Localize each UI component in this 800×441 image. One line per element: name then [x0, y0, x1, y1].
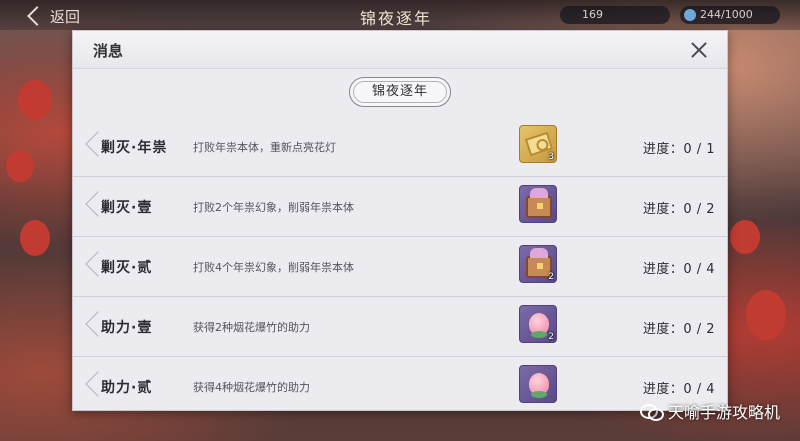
lantern-decoration: [18, 80, 52, 120]
dialog-title: 消息: [93, 42, 124, 60]
back-chevron-icon: [27, 6, 47, 26]
reward-item[interactable]: [519, 365, 557, 403]
task-description: 打败4个年祟幻象，削弱年祟本体: [193, 261, 354, 274]
scene-title: 锦夜逐年: [360, 9, 433, 28]
reward-item[interactable]: 2: [519, 305, 557, 343]
task-progress: 进度：0 / 2: [642, 322, 715, 337]
reward-count: 3: [548, 152, 554, 162]
task-description: 获得4种烟花爆竹的助力: [193, 381, 310, 394]
task-row[interactable]: 助力·壹 获得2种烟花爆竹的助力 2 进度：0 / 2: [73, 297, 727, 357]
task-progress: 进度：0 / 4: [642, 262, 715, 277]
resource-counter-1: 169: [560, 6, 670, 24]
task-name: 剿灭·贰: [101, 260, 153, 276]
task-name: 剿灭·壹: [101, 200, 153, 216]
task-name: 剿灭·年祟: [101, 140, 168, 156]
peach-icon: [529, 373, 549, 398]
task-description: 获得2种烟花爆竹的助力: [193, 321, 310, 334]
back-label: 返回: [50, 7, 81, 26]
lantern-decoration: [730, 220, 760, 254]
task-row[interactable]: 助力·贰 获得4种烟花爆竹的助力 进度：0 / 4: [73, 357, 727, 410]
task-list: 剿灭·年祟 打败年祟本体，重新点亮花灯 3 进度：0 / 1 剿灭·壹 打败2个…: [73, 117, 727, 410]
reward-item[interactable]: [519, 185, 557, 223]
reward-count: 2: [548, 272, 554, 282]
reward-item[interactable]: 2: [519, 245, 557, 283]
peach-icon: [529, 313, 549, 338]
task-progress: 进度：0 / 1: [642, 142, 715, 157]
message-dialog: 消息 锦夜逐年 剿灭·年祟 打败年祟本体，重新点亮花灯 3 进度：0 / 1 剿…: [72, 30, 728, 411]
reward-item[interactable]: 3: [519, 125, 557, 163]
lantern-decoration: [6, 150, 34, 182]
watermark: 天喻手游攻略机: [639, 399, 780, 423]
section-tab[interactable]: 锦夜逐年: [349, 77, 451, 107]
lantern-decoration: [20, 220, 50, 256]
dialog-header: 消息: [73, 31, 727, 69]
task-row[interactable]: 剿灭·壹 打败2个年祟幻象，削弱年祟本体 进度：0 / 2: [73, 177, 727, 237]
task-row[interactable]: 剿灭·贰 打败4个年祟幻象，削弱年祟本体 2 进度：0 / 4: [73, 237, 727, 297]
task-description: 打败2个年祟幻象，削弱年祟本体: [193, 201, 354, 214]
lantern-decoration: [746, 290, 786, 340]
resource-counter-2: 244/1000: [680, 6, 780, 24]
resource-1-value: 169: [582, 8, 603, 21]
task-description: 打败年祟本体，重新点亮花灯: [193, 141, 336, 154]
close-icon[interactable]: [689, 40, 709, 60]
task-progress: 进度：0 / 4: [642, 382, 715, 397]
treasure-chest-icon: [526, 188, 552, 218]
resource-2-value: 244/1000: [700, 8, 753, 21]
watermark-text: 天喻手游攻略机: [667, 403, 780, 422]
wechat-icon: [639, 402, 664, 421]
back-button[interactable]: 返回: [27, 6, 81, 26]
task-name: 助力·壹: [101, 320, 153, 336]
reward-count: 2: [548, 332, 554, 342]
task-row[interactable]: 剿灭·年祟 打败年祟本体，重新点亮花灯 3 进度：0 / 1: [73, 117, 727, 177]
task-name: 助力·贰: [101, 380, 153, 396]
task-progress: 进度：0 / 2: [642, 202, 715, 217]
stamina-icon: [684, 9, 696, 21]
top-bar: 返回 锦夜逐年 169 244/1000: [0, 0, 800, 30]
